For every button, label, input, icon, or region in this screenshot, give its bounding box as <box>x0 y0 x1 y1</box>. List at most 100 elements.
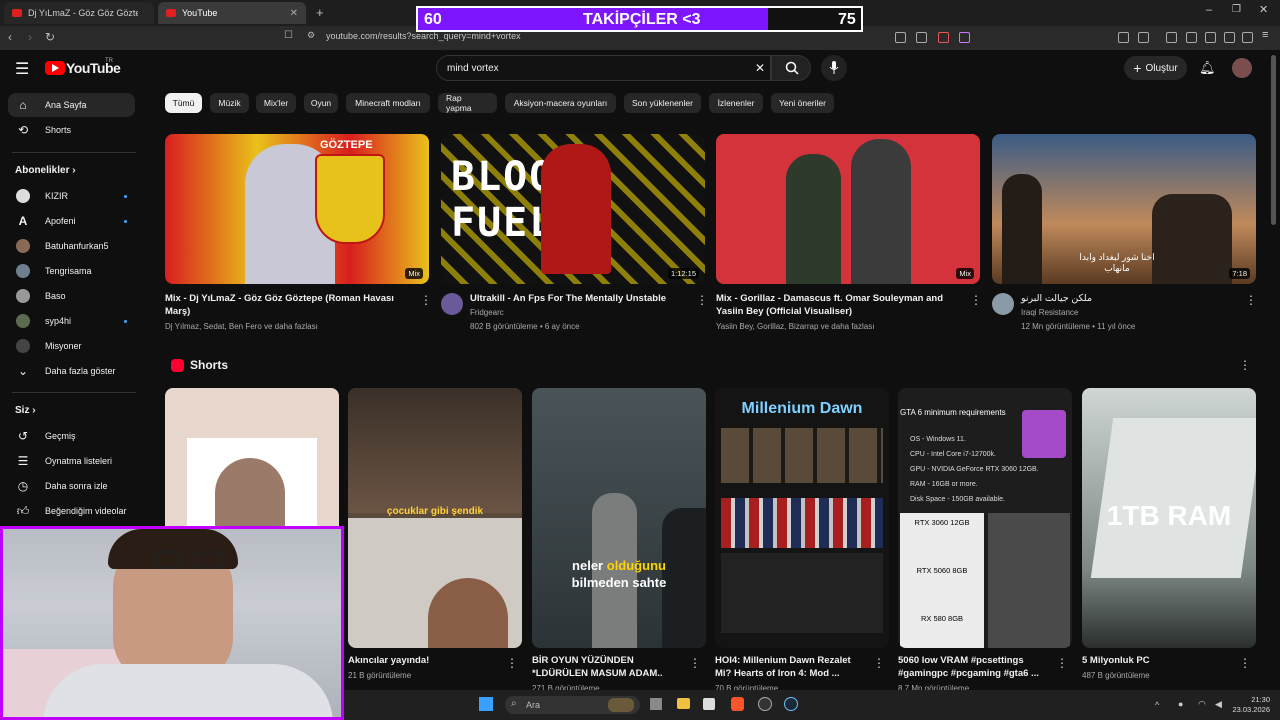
sidebar-toggle-icon[interactable] <box>1186 32 1197 43</box>
video-title[interactable]: ملكن جيالت البرنو <box>1021 292 1241 305</box>
windows-start-icon[interactable] <box>479 697 493 711</box>
more-options-icon[interactable]: ⋮ <box>696 293 708 307</box>
show-more-button[interactable]: ⌄ Daha fazla göster <box>8 359 135 383</box>
volume-icon[interactable]: ◀ <box>1215 699 1222 710</box>
chip-gaming[interactable]: Oyun <box>304 93 338 113</box>
short-title[interactable]: 5060 low VRAM #pcsettings #gamingpc #pcg… <box>898 654 1048 680</box>
wallet-icon[interactable] <box>1205 32 1216 43</box>
channel-avatar[interactable] <box>441 293 463 315</box>
video-thumbnail[interactable]: اخنا شور لبغداد وابدا مانهاب 7:18 <box>992 134 1256 284</box>
system-clock[interactable]: 21:30 23.03.2026 <box>1232 695 1270 715</box>
tab-youtube[interactable]: YouTube ✕ <box>158 2 306 24</box>
new-tab-button[interactable]: + <box>316 5 324 20</box>
sidebar-item-home[interactable]: ⌂ Ana Sayfa <box>8 93 135 117</box>
short-thumbnail[interactable]: GTA 6 minimum requirements OS - Windows … <box>898 388 1072 648</box>
search-input[interactable]: mind vortex <box>447 63 499 74</box>
more-options-icon[interactable]: ⋮ <box>873 656 885 670</box>
tab-dj-yilmaz[interactable]: Dj YıLmaZ - Göz Göz Göztepe (Ro... <box>4 2 154 24</box>
sidebar-item-apofeni[interactable]: A Apofeni <box>8 209 135 233</box>
more-options-icon[interactable]: ⋮ <box>1239 358 1251 372</box>
short-title[interactable]: BİR OYUN YÜZÜNDEN *LDÜRÜLEN MASUM ADAM.. <box>532 654 682 680</box>
sidebar-item-shorts[interactable]: ⟲ Shorts <box>8 118 135 142</box>
taskbar-search[interactable]: ⌕ Ara <box>505 696 640 714</box>
channel-name[interactable]: Iraqi Resistance <box>1021 306 1078 320</box>
sidebar-item-misyoner[interactable]: Misyoner <box>8 334 135 358</box>
chip-new-to-you[interactable]: Yeni öneriler <box>771 93 834 113</box>
chip-all[interactable]: Tümü <box>165 93 202 113</box>
cast-icon[interactable] <box>895 32 906 43</box>
bookmark-icon[interactable]: ☐ <box>284 30 293 41</box>
chip-watched[interactable]: İzlenenler <box>709 93 763 113</box>
sidebar-item-kizir[interactable]: KIZIR <box>8 184 135 208</box>
obs-icon[interactable] <box>758 697 772 711</box>
short-title[interactable]: Akıncılar yayında! <box>348 654 429 667</box>
sidebar-item-baso[interactable]: Baso <box>8 284 135 308</box>
extension-icon[interactable] <box>1138 32 1149 43</box>
back-icon[interactable]: ‹ <box>8 30 12 44</box>
chip-mixes[interactable]: Mix'ler <box>256 93 296 113</box>
reload-icon[interactable]: ↻ <box>45 30 55 44</box>
more-options-icon[interactable]: ⋮ <box>1056 656 1068 670</box>
channel-avatar[interactable] <box>992 293 1014 315</box>
voice-search-button[interactable] <box>821 55 847 81</box>
profile-icon[interactable] <box>1224 32 1235 43</box>
video-title[interactable]: Mix - Dj YıLmaZ - Göz Göz Göztepe (Roman… <box>165 292 405 318</box>
hamburger-menu-icon[interactable]: ☰ <box>15 59 29 79</box>
video-thumbnail[interactable]: BLOOD FUEL 1:12:15 <box>441 134 705 284</box>
steam-icon[interactable] <box>784 697 798 711</box>
close-window-button[interactable]: ✕ <box>1259 3 1268 16</box>
more-options-icon[interactable]: ⋮ <box>970 293 982 307</box>
you-heading[interactable]: Siz › <box>15 405 36 416</box>
more-options-icon[interactable]: ⋮ <box>506 656 518 670</box>
search-box[interactable]: mind vortex ✕ <box>436 55 771 81</box>
tray-chevron-icon[interactable]: ^ <box>1155 700 1159 710</box>
more-options-icon[interactable]: ⋮ <box>1245 293 1257 307</box>
youtube-logo-icon[interactable] <box>45 61 65 75</box>
music-icon[interactable] <box>1166 32 1177 43</box>
sidebar-item-syp4hi[interactable]: syp4hi <box>8 309 135 333</box>
video-title[interactable]: Ultrakill - An Fps For The Mentally Unst… <box>470 292 695 305</box>
minimize-button[interactable]: – <box>1206 4 1212 16</box>
network-icon[interactable]: ◠ <box>1198 699 1206 710</box>
menu-icon[interactable]: ≡ <box>1262 29 1273 41</box>
notifications-bell-icon[interactable]: 🔔︎ <box>1199 60 1216 76</box>
video-thumbnail[interactable]: Mix <box>716 134 980 284</box>
more-options-icon[interactable]: ⋮ <box>420 293 432 307</box>
more-options-icon[interactable]: ⋮ <box>1239 656 1251 670</box>
forward-icon[interactable]: › <box>28 30 32 44</box>
sidebar-item-history[interactable]: ↺ Geçmiş <box>8 424 135 448</box>
search-button[interactable] <box>771 55 811 81</box>
short-title[interactable]: 5 Milyonluk PC <box>1082 654 1150 667</box>
chip-music[interactable]: Müzik <box>210 93 249 113</box>
close-tab-icon[interactable]: ✕ <box>290 8 298 19</box>
url-field[interactable]: youtube.com/results?search_query=mind+vo… <box>326 31 521 41</box>
file-explorer-icon[interactable] <box>677 698 690 709</box>
subscriptions-heading[interactable]: Abonelikler › <box>15 165 76 176</box>
chip-action-adventure[interactable]: Aksiyon-macera oyunları <box>505 93 616 113</box>
share-icon[interactable] <box>916 32 927 43</box>
extension-icon[interactable] <box>1118 32 1129 43</box>
video-thumbnail[interactable]: GÖZTEPE Mix <box>165 134 429 284</box>
short-thumbnail[interactable]: çocuklar gibi şendik <box>348 388 522 648</box>
site-settings-icon[interactable]: ⚙ <box>307 30 315 41</box>
chip-rap[interactable]: Rap yapma <box>438 93 497 113</box>
sidebar-item-batuhanfurkan5[interactable]: Batuhanfurkan5 <box>8 234 135 258</box>
create-button[interactable]: + Oluştur <box>1124 56 1187 80</box>
video-title[interactable]: Mix - Gorillaz - Damascus ft. Omar Soule… <box>716 292 956 318</box>
vpn-icon[interactable] <box>1242 32 1253 43</box>
sidebar-item-liked[interactable]: 👍︎ Beğendiğim videolar <box>8 499 135 523</box>
chip-recently-uploaded[interactable]: Son yüklenenler <box>624 93 701 113</box>
sidebar-item-tengrisama[interactable]: Tengrisama <box>8 259 135 283</box>
more-options-icon[interactable]: ⋮ <box>689 656 701 670</box>
chip-minecraft-mods[interactable]: Minecraft modları <box>346 93 430 113</box>
channel-name[interactable]: Fridgearc <box>470 306 504 320</box>
short-thumbnail[interactable]: Millenium Dawn <box>715 388 889 648</box>
short-thumbnail[interactable]: neler olduğunu bilmeden sahte <box>532 388 706 648</box>
rewards-icon[interactable] <box>959 32 970 43</box>
brave-shield-icon[interactable] <box>938 32 949 43</box>
account-avatar[interactable] <box>1232 58 1252 78</box>
microphone-tray-icon[interactable]: ● <box>1178 699 1183 709</box>
brave-browser-icon[interactable] <box>731 697 744 711</box>
short-thumbnail[interactable]: 1TB RAM <box>1082 388 1256 648</box>
page-scrollbar[interactable] <box>1271 55 1276 225</box>
